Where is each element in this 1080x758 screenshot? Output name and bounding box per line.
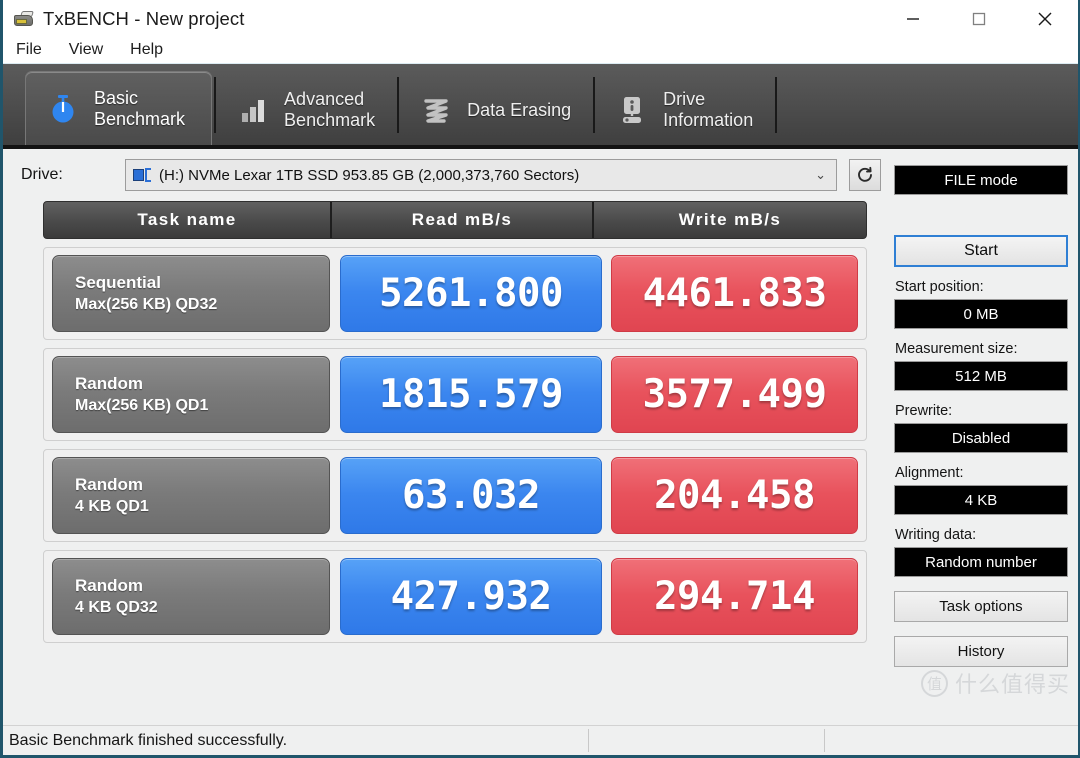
txbench-app-icon [13, 8, 35, 30]
read-value: 427.932 [340, 558, 602, 635]
task-name-line1: Random [75, 373, 143, 393]
benchmark-panel: Drive: (H:) NVMe Lexar 1TB SSD 953.85 GB… [3, 149, 885, 725]
column-header-read: Read mB/s [330, 202, 594, 238]
task-name-cell[interactable]: Random Max(256 KB) QD1 [52, 356, 330, 433]
write-value: 3577.499 [611, 356, 858, 433]
menu-item-view[interactable]: View [65, 40, 115, 61]
writing-data-value[interactable]: Random number [894, 547, 1068, 577]
tab-data-erasing[interactable]: Data Erasing [401, 75, 591, 145]
start-position-value[interactable]: 0 MB [894, 299, 1068, 329]
task-name-line2: Max(256 KB) QD32 [75, 295, 218, 313]
tab-strip: Basic Benchmark Advanced Benchmark Data Er… [3, 64, 1078, 149]
title-bar: TxBENCH - New project [3, 0, 1078, 38]
close-icon[interactable] [1012, 0, 1078, 38]
tab-drive-information-label: Drive Information [663, 89, 754, 130]
prewrite-value[interactable]: Disabled [894, 423, 1068, 453]
task-name-line1: Sequential [75, 272, 161, 292]
drive-device-icon [133, 167, 152, 183]
tab-divider [397, 76, 400, 133]
content-area: Drive: (H:) NVMe Lexar 1TB SSD 953.85 GB… [3, 149, 1078, 725]
tab-advanced-benchmark-label: Advanced Benchmark [284, 89, 376, 130]
read-value: 5261.800 [340, 255, 602, 332]
settings-sidebar: FILE mode Start Start position: 0 MB Mea… [885, 149, 1078, 725]
tab-advanced-benchmark[interactable]: Advanced Benchmark [218, 75, 395, 145]
status-bar: Basic Benchmark finished successfully. [3, 725, 1078, 755]
tab-drive-information[interactable]: Drive Information [597, 75, 773, 145]
drive-info-icon [615, 93, 649, 127]
measurement-size-label: Measurement size: [895, 341, 1018, 357]
drive-label: Drive: [21, 166, 63, 183]
write-value: 294.714 [611, 558, 858, 635]
menu-item-help[interactable]: Help [126, 40, 175, 61]
status-message: Basic Benchmark finished successfully. [9, 731, 288, 749]
task-name-cell[interactable]: Random 4 KB QD1 [52, 457, 330, 534]
table-row: Random 4 KB QD32 427.932 294.714 [43, 550, 867, 643]
drive-row: Drive: (H:) NVMe Lexar 1TB SSD 953.85 GB… [3, 149, 885, 201]
task-name-line2: 4 KB QD1 [75, 497, 149, 515]
minimize-icon[interactable] [880, 0, 946, 38]
window-controls [880, 0, 1078, 38]
menu-item-file[interactable]: File [12, 40, 54, 61]
write-value: 4461.833 [611, 255, 858, 332]
start-position-label: Start position: [895, 279, 984, 295]
refresh-icon[interactable] [849, 159, 881, 191]
tab-divider [214, 76, 217, 133]
task-name-cell[interactable]: Sequential Max(256 KB) QD32 [52, 255, 330, 332]
tab-divider [775, 76, 778, 133]
table-body: Sequential Max(256 KB) QD32 5261.800 446… [43, 247, 867, 643]
table-header-row: Task name Read mB/s Write mB/s [43, 201, 867, 239]
stopwatch-icon [46, 92, 80, 126]
writing-data-label: Writing data: [895, 527, 977, 543]
maximize-icon[interactable] [946, 0, 1012, 38]
history-button[interactable]: History [894, 636, 1068, 667]
table-row: Random 4 KB QD1 63.032 204.458 [43, 449, 867, 542]
alignment-value[interactable]: 4 KB [894, 485, 1068, 515]
task-name-line2: Max(256 KB) QD1 [75, 396, 209, 414]
table-row: Sequential Max(256 KB) QD32 5261.800 446… [43, 247, 867, 340]
column-header-task-name: Task name [137, 210, 237, 229]
read-value: 1815.579 [340, 356, 602, 433]
prewrite-label: Prewrite: [895, 403, 953, 419]
task-options-button[interactable]: Task options [894, 591, 1068, 622]
read-value: 63.032 [340, 457, 602, 534]
drive-selected-value: (H:) NVMe Lexar 1TB SSD 953.85 GB (2,000… [159, 166, 580, 184]
task-name-line1: Random [75, 474, 143, 494]
status-divider [588, 729, 589, 752]
drive-select[interactable]: (H:) NVMe Lexar 1TB SSD 953.85 GB (2,000… [125, 159, 837, 191]
task-name-line2: 4 KB QD32 [75, 598, 158, 616]
measurement-size-value[interactable]: 512 MB [894, 361, 1068, 391]
tab-basic-benchmark-label: Basic Benchmark [94, 87, 186, 129]
tab-basic-benchmark[interactable]: Basic Benchmark [25, 71, 213, 145]
task-name-line1: Random [75, 575, 143, 595]
txbench-window: TxBENCH - New project File View Help Bas… [0, 0, 1080, 758]
start-button[interactable]: Start [894, 235, 1068, 267]
table-row: Random Max(256 KB) QD1 1815.579 3577.499 [43, 348, 867, 441]
status-divider [824, 729, 825, 752]
tab-divider [593, 76, 596, 133]
task-name-cell[interactable]: Random 4 KB QD32 [52, 558, 330, 635]
menu-bar: File View Help [3, 38, 1078, 64]
window-title: TxBENCH - New project [43, 8, 245, 29]
shredder-icon [419, 93, 453, 127]
tab-data-erasing-label: Data Erasing [467, 99, 572, 120]
bar-chart-icon [236, 93, 270, 127]
write-value: 204.458 [611, 457, 858, 534]
chevron-down-icon: ⌄ [815, 167, 826, 182]
column-header-write: Write mB/s [678, 210, 782, 229]
alignment-label: Alignment: [895, 465, 964, 481]
file-mode-button[interactable]: FILE mode [894, 165, 1068, 195]
results-table: Task name Read mB/s Write mB/s Sequentia… [3, 201, 885, 725]
